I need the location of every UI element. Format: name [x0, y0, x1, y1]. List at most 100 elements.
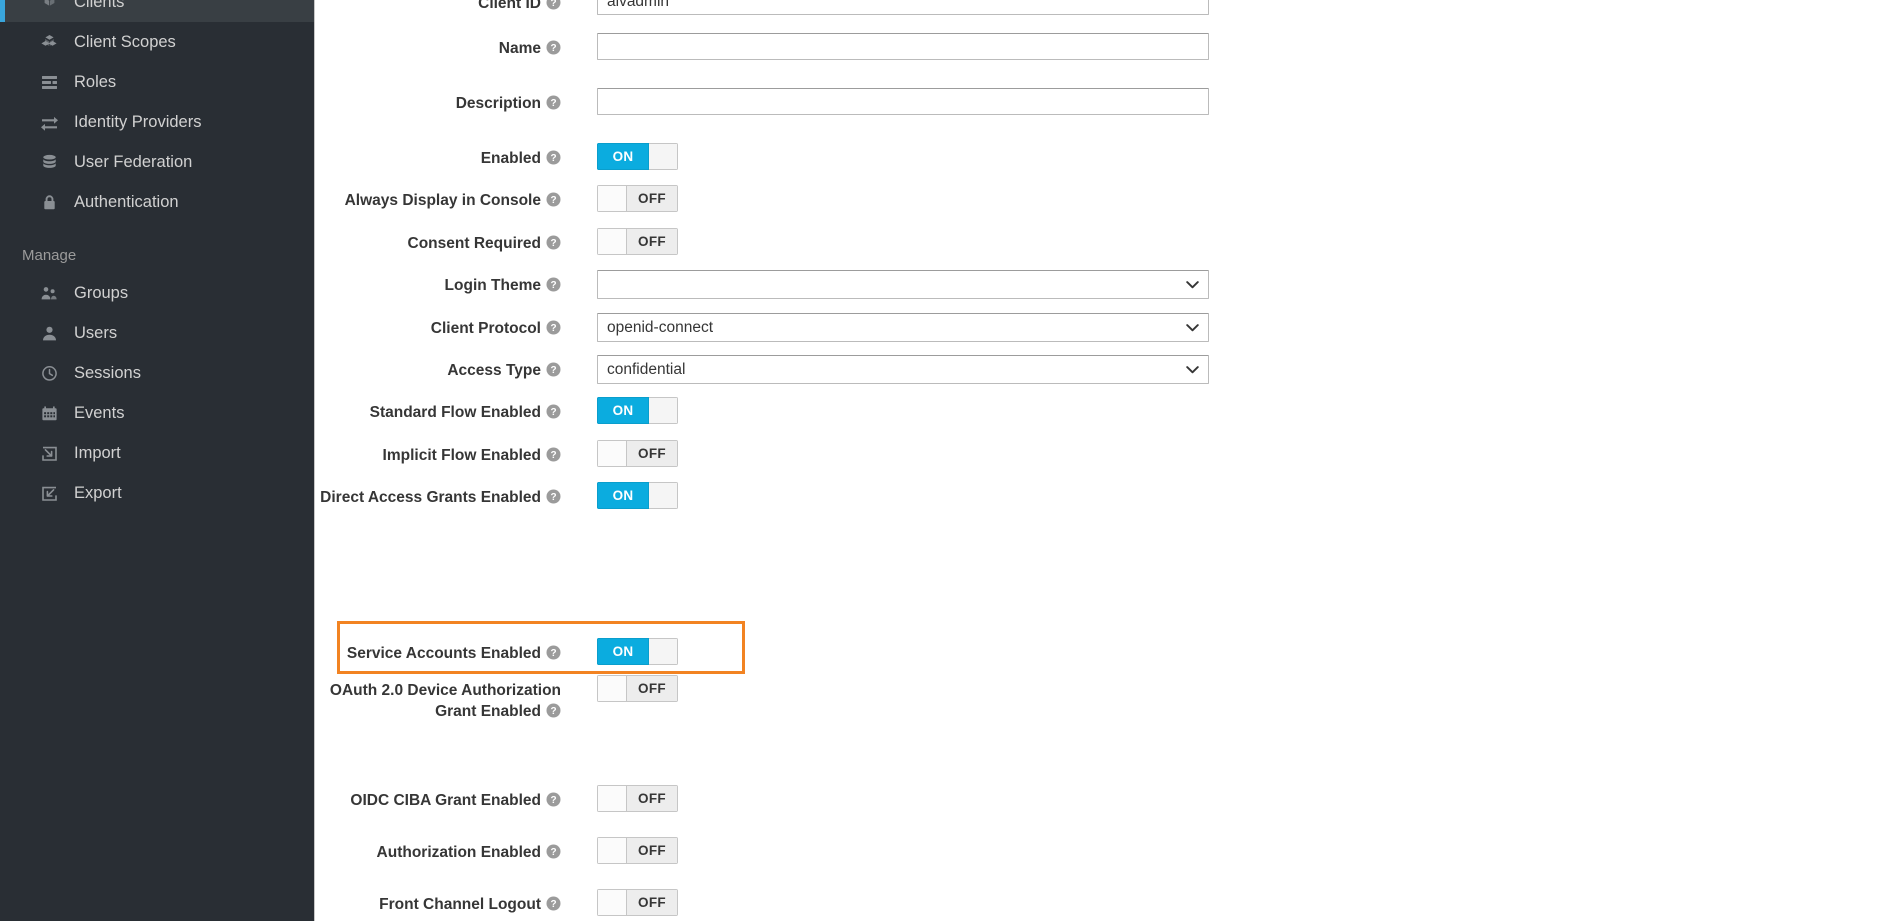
sidebar-item-export[interactable]: Export	[0, 473, 314, 513]
toggle-oauth-2-0-device-authorization-grant-enabled[interactable]: OFF	[597, 675, 678, 702]
select-value: openid-connect	[607, 318, 713, 336]
sidebar-item-users[interactable]: Users	[0, 313, 314, 353]
toggle-authorization-enabled[interactable]: OFF	[597, 837, 678, 864]
form-label-text: Front Channel Logout	[379, 896, 541, 913]
toggle-implicit-flow-enabled[interactable]: OFF	[597, 440, 678, 467]
input-description[interactable]	[597, 88, 1209, 115]
question-circle-icon[interactable]: ?	[546, 150, 561, 171]
sidebar: Clients Client Scopes Roles Identity Provi…	[0, 0, 315, 921]
svg-text:?: ?	[550, 899, 556, 910]
sidebar-item-groups[interactable]: Groups	[0, 273, 314, 313]
form-control-oidc-ciba-grant-enabled: OFF	[597, 785, 678, 817]
question-circle-icon[interactable]: ?	[546, 844, 561, 865]
form-row-oidc-ciba-grant-enabled: OIDC CIBA Grant Enabled? OFF	[316, 785, 1316, 817]
form-label-login-theme: Login Theme?	[316, 270, 561, 298]
svg-text:?: ?	[550, 323, 556, 334]
input-name[interactable]	[597, 33, 1209, 60]
form-label-text: Name	[498, 40, 541, 57]
form-label-text: OIDC CIBA Grant Enabled	[350, 792, 541, 809]
form-row-client-protocol: Client Protocol? openid-connect	[316, 313, 1316, 342]
sidebar-item-identity-providers[interactable]: Identity Providers	[0, 102, 314, 142]
sidebar-item-client-scopes[interactable]: Client Scopes	[0, 22, 314, 62]
sidebar-item-authentication[interactable]: Authentication	[0, 182, 314, 222]
question-circle-icon[interactable]: ?	[546, 447, 561, 468]
toggle-consent-required[interactable]: OFF	[597, 228, 678, 255]
question-circle-icon[interactable]: ?	[546, 235, 561, 256]
sidebar-item-label: Identity Providers	[74, 112, 202, 131]
form-label-client-protocol: Client Protocol?	[316, 313, 561, 341]
toggle-knob	[649, 397, 678, 424]
input-client-id[interactable]	[597, 0, 1209, 15]
sidebar-item-label: Events	[74, 403, 125, 422]
question-circle-icon[interactable]: ?	[546, 192, 561, 213]
question-circle-icon[interactable]: ?	[546, 703, 561, 724]
question-circle-icon[interactable]: ?	[546, 362, 561, 383]
question-circle-icon[interactable]: ?	[546, 896, 561, 917]
toggle-knob	[649, 482, 678, 509]
sidebar-section-manage-title: Manage	[22, 247, 77, 264]
sidebar-item-import[interactable]: Import	[0, 433, 314, 473]
toggle-label: OFF	[626, 785, 678, 812]
sidebar-item-label: Groups	[74, 283, 129, 302]
form-label-front-channel-logout: Front Channel Logout?	[316, 889, 561, 917]
sidebar-item-roles[interactable]: Roles	[0, 62, 314, 102]
question-circle-icon[interactable]: ?	[546, 0, 561, 16]
svg-text:?: ?	[550, 195, 556, 206]
question-circle-icon[interactable]: ?	[546, 645, 561, 666]
form-row-access-type: Access Type? confidential	[316, 355, 1316, 384]
form-control-direct-access-grants-enabled: ON	[597, 482, 678, 509]
toggle-enabled[interactable]: ON	[597, 143, 678, 170]
sidebar-item-clients[interactable]: Clients	[0, 0, 314, 22]
form-control-implicit-flow-enabled: OFF	[597, 440, 678, 472]
form-label-implicit-flow-enabled: Implicit Flow Enabled?	[316, 440, 561, 468]
svg-text:?: ?	[550, 407, 556, 418]
sidebar-item-label: Client Scopes	[74, 32, 176, 51]
form-label-text: Direct Access Grants Enabled	[320, 489, 541, 506]
form-control-front-channel-logout: OFF	[597, 889, 678, 921]
question-circle-icon[interactable]: ?	[546, 320, 561, 341]
question-circle-icon[interactable]: ?	[546, 277, 561, 298]
toggle-knob	[597, 785, 626, 812]
sidebar-item-events[interactable]: Events	[0, 393, 314, 433]
chevron-down-icon	[1186, 280, 1199, 289]
toggle-knob	[597, 185, 626, 212]
toggle-label: OFF	[626, 440, 678, 467]
sidebar-item-clients-partial[interactable]: Clients	[0, 0, 314, 22]
svg-text:?: ?	[550, 365, 556, 376]
toggle-front-channel-logout[interactable]: OFF	[597, 889, 678, 916]
toggle-always-display-in-console[interactable]: OFF	[597, 185, 678, 212]
form-label-text: Implicit Flow Enabled	[382, 447, 541, 464]
form-row-direct-access-grants-enabled: Direct Access Grants Enabled? ON	[316, 482, 1316, 510]
question-circle-icon[interactable]: ?	[546, 792, 561, 813]
form-label-oauth-2-0-device-authorization-grant-enabled: OAuth 2.0 Device Authorization Grant Ena…	[316, 675, 561, 725]
chevron-down-icon	[1186, 365, 1199, 374]
toggle-label: OFF	[626, 675, 678, 702]
sidebar-item-user-federation[interactable]: User Federation	[0, 142, 314, 182]
select-login-theme[interactable]	[597, 270, 1209, 299]
users-group-icon	[38, 283, 60, 303]
form-label-direct-access-grants-enabled: Direct Access Grants Enabled?	[316, 482, 561, 510]
toggle-standard-flow-enabled[interactable]: ON	[597, 397, 678, 424]
sidebar-item-label: Users	[74, 323, 118, 342]
question-circle-icon[interactable]: ?	[546, 95, 561, 116]
toggle-label: ON	[597, 143, 649, 170]
select-access-type[interactable]: confidential	[597, 355, 1209, 384]
svg-text:?: ?	[550, 280, 556, 291]
toggle-direct-access-grants-enabled[interactable]: ON	[597, 482, 678, 509]
question-circle-icon[interactable]: ?	[546, 489, 561, 510]
question-circle-icon[interactable]: ?	[546, 40, 561, 61]
select-client-protocol[interactable]: openid-connect	[597, 313, 1209, 342]
svg-text:?: ?	[550, 43, 556, 54]
question-circle-icon[interactable]: ?	[546, 404, 561, 425]
sidebar-item-sessions[interactable]: Sessions	[0, 353, 314, 393]
sidebar-item-label: Authentication	[74, 192, 179, 211]
toggle-label: OFF	[626, 837, 678, 864]
toggle-oidc-ciba-grant-enabled[interactable]: OFF	[597, 785, 678, 812]
toggle-service-accounts-enabled[interactable]: ON	[597, 638, 678, 665]
calendar-icon	[38, 403, 60, 423]
svg-text:?: ?	[550, 795, 556, 806]
svg-text:?: ?	[550, 847, 556, 858]
form-label-text: Service Accounts Enabled	[346, 645, 541, 662]
select-value: confidential	[607, 360, 686, 378]
form-label-text: Login Theme	[444, 277, 541, 294]
